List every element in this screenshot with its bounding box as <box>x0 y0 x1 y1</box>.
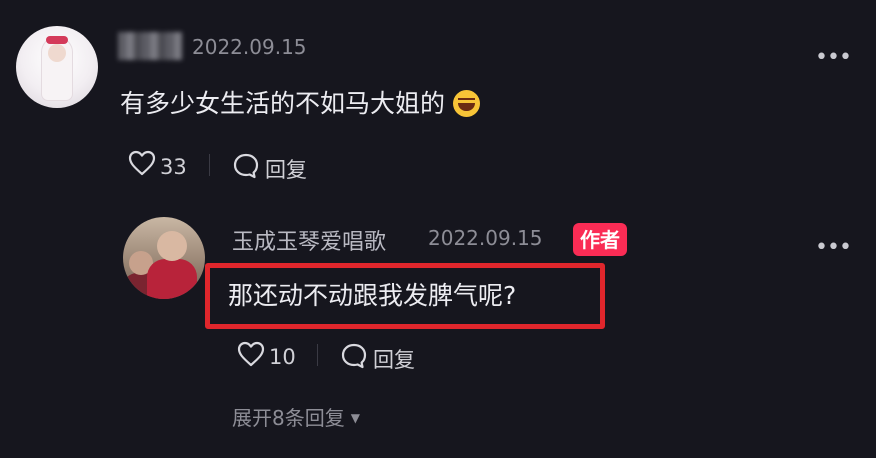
more-options-icon[interactable]: ••• <box>815 235 852 260</box>
blurred-username[interactable] <box>118 32 182 60</box>
avatar-man-face <box>157 231 187 261</box>
author-username[interactable]: 玉成玉琴爱唱歌 <box>232 224 386 256</box>
speech-bubble-icon <box>233 153 259 179</box>
avatar-face <box>48 44 66 62</box>
comment-text: 有多少女生活的不如马大姐的 <box>120 84 481 120</box>
expand-replies-button[interactable]: 展开8条回复 ▼ <box>232 402 360 431</box>
heart-icon <box>128 150 156 176</box>
more-options-icon[interactable]: ••• <box>815 45 852 70</box>
comment-date: 2022.09.15 <box>192 35 307 59</box>
comment-text-content: 有多少女生活的不如马大姐的 <box>120 89 446 118</box>
speech-bubble-icon <box>341 343 367 369</box>
commenter-avatar[interactable] <box>16 26 98 108</box>
author-badge: 作者 <box>573 223 627 256</box>
expand-replies-label: 展开8条回复 <box>232 406 345 430</box>
reply-label[interactable]: 回复 <box>373 344 415 374</box>
author-avatar[interactable] <box>123 217 205 299</box>
divider <box>209 154 210 176</box>
rofl-emoji-icon <box>453 90 481 117</box>
reply-date: 2022.09.15 <box>428 226 543 250</box>
avatar-bow <box>46 36 68 44</box>
like-count: 10 <box>269 345 296 369</box>
reply-button[interactable] <box>232 152 260 184</box>
heart-icon <box>237 341 265 367</box>
reply-button[interactable] <box>340 342 368 374</box>
avatar-man-body <box>147 259 197 299</box>
like-count: 33 <box>160 155 187 179</box>
like-button[interactable] <box>237 341 265 371</box>
divider <box>317 344 318 366</box>
like-button[interactable] <box>128 150 156 180</box>
reply-label[interactable]: 回复 <box>265 154 307 184</box>
chevron-down-icon: ▼ <box>350 411 360 425</box>
reply-text: 那还动不动跟我发脾气呢? <box>228 281 517 310</box>
